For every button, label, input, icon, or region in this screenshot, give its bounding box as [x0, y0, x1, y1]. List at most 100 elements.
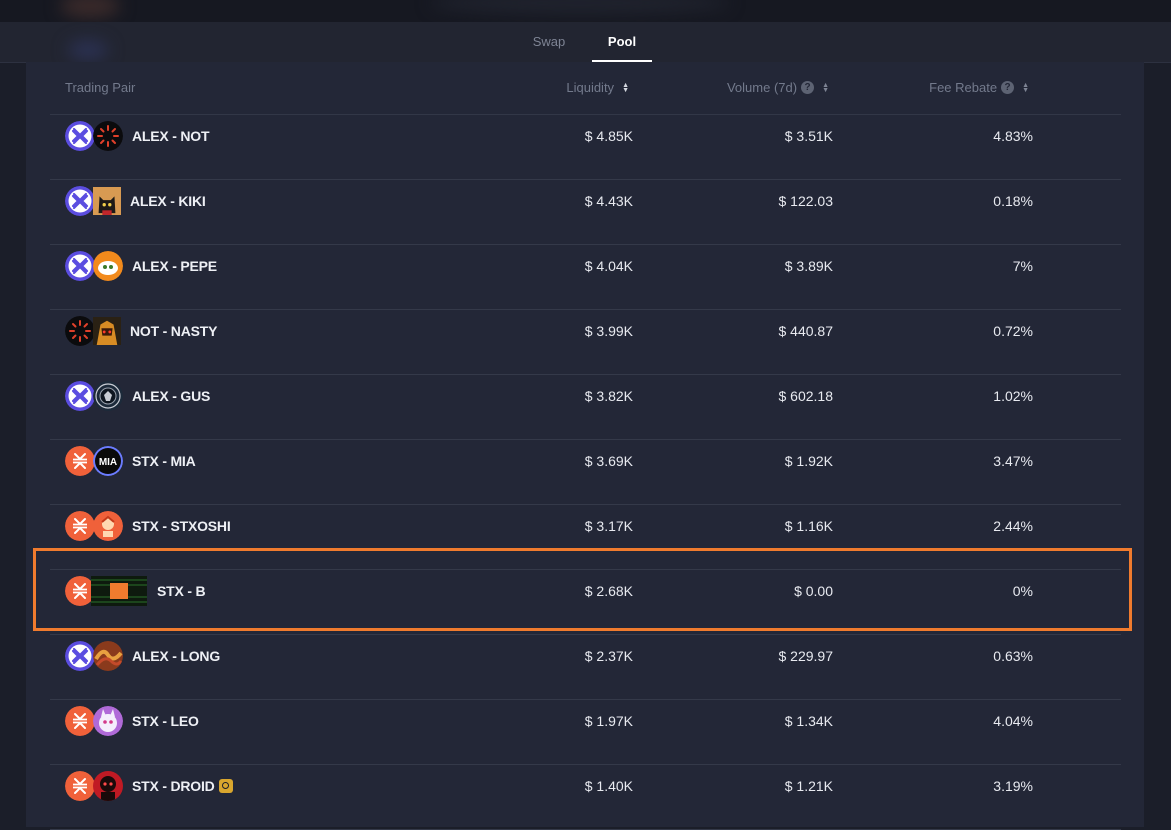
- tab-pool[interactable]: Pool: [592, 22, 652, 62]
- fee-rebate-value: 3.47%: [993, 453, 1033, 469]
- volume-value: $ 3.51K: [784, 128, 833, 144]
- stx-token-icon: [65, 446, 95, 476]
- pair-name: NOT - NASTY: [130, 323, 218, 339]
- pair-cell: ALEX - GUS: [65, 380, 210, 412]
- sort-icon[interactable]: ▲ ▼: [1022, 82, 1029, 94]
- table-row[interactable]: ALEX - PEPE $ 4.04K $ 3.89K 7%: [50, 245, 1121, 310]
- pool-rows: ALEX - NOT $ 4.85K $ 3.51K 4.83% ALEX - …: [50, 115, 1121, 830]
- stxoshi-token-icon: [93, 511, 123, 541]
- help-icon[interactable]: ?: [1001, 81, 1015, 95]
- volume-value: $ 440.87: [778, 323, 834, 339]
- alex-token-icon: [65, 251, 95, 281]
- liquidity-value: $ 3.99K: [584, 323, 633, 339]
- pair-name: ALEX - GUS: [132, 388, 211, 404]
- sort-icon[interactable]: ▲ ▼: [622, 82, 629, 94]
- pair-cell: ALEX - PEPE: [65, 250, 217, 282]
- swap-pool-tabs: Swap Pool: [0, 22, 1171, 63]
- alex-token-icon: [65, 641, 95, 671]
- fee-rebate-value: 1.02%: [993, 388, 1033, 404]
- fee-rebate-value: 0.72%: [993, 323, 1033, 339]
- highlight-box: [33, 548, 1132, 631]
- kiki-token-icon: [93, 186, 121, 216]
- pair-cell: ALEX - LONG: [65, 640, 220, 672]
- liquidity-value: $ 3.82K: [584, 388, 633, 404]
- liquidity-value: $ 4.85K: [584, 128, 633, 144]
- liquidity-value: $ 3.69K: [584, 453, 633, 469]
- droid-token-icon: [93, 771, 123, 801]
- pair-cell: STX - DROID: [65, 770, 233, 802]
- liquidity-value: $ 1.40K: [584, 778, 633, 794]
- top-bar: [0, 0, 1171, 22]
- not-token-icon: [93, 121, 123, 151]
- volume-value: $ 602.18: [778, 388, 834, 404]
- alex-token-icon: [65, 186, 95, 216]
- pair-name: STX - MIA: [132, 453, 196, 469]
- fee-rebate-value: 0.63%: [993, 648, 1033, 664]
- volume-value: $ 229.97: [778, 648, 834, 664]
- pair-cell: ALEX - KIKI: [65, 185, 206, 217]
- volume-value: $ 1.34K: [784, 713, 833, 729]
- long-token-icon: [93, 641, 123, 671]
- volume-value: $ 3.89K: [784, 258, 833, 274]
- fee-rebate-value: 3.19%: [993, 778, 1033, 794]
- pepe-token-icon: [93, 251, 123, 281]
- blurred-header-graphic: [430, 0, 730, 14]
- pair-cell: NOT - NASTY: [65, 315, 217, 347]
- table-row[interactable]: ALEX - KIKI $ 4.43K $ 122.03 0.18%: [50, 180, 1121, 245]
- tab-swap[interactable]: Swap: [520, 22, 578, 62]
- header-volume-label: Volume (7d): [726, 80, 798, 95]
- liquidity-value: $ 2.37K: [584, 648, 633, 664]
- volume-value: $ 1.92K: [784, 453, 833, 469]
- pair-name: ALEX - NOT: [132, 128, 210, 144]
- header-liquidity-label: Liquidity: [566, 80, 615, 95]
- pair-name: STX - STXOSHI: [132, 518, 231, 534]
- liquidity-value: $ 4.04K: [584, 258, 633, 274]
- pair-name: ALEX - PEPE: [132, 258, 217, 274]
- pair-name: STX - LEO: [132, 713, 199, 729]
- help-icon[interactable]: ?: [801, 81, 815, 95]
- sort-icon[interactable]: ▲ ▼: [822, 82, 829, 94]
- pair-cell: STX - LEO: [65, 705, 199, 737]
- table-row[interactable]: STX - MIA $ 3.69K $ 1.92K 3.47%: [50, 440, 1121, 505]
- gus-token-icon: [93, 381, 123, 411]
- volume-value: $ 122.03: [778, 193, 834, 209]
- table-header: Trading Pair Liquidity ▲ ▼ Volume (7d)? ▲ ▼ …: [50, 62, 1121, 115]
- leo-token-icon: [93, 706, 123, 736]
- pair-cell: ALEX - NOT: [65, 120, 210, 152]
- liquidity-value: $ 4.43K: [584, 193, 633, 209]
- header-volume[interactable]: Volume (7d)? ▲ ▼: [727, 62, 829, 114]
- stx-token-icon: [65, 706, 95, 736]
- mia-token-icon: [93, 446, 123, 476]
- nasty-token-icon: [93, 316, 121, 346]
- header-liquidity[interactable]: Liquidity ▲ ▼: [566, 62, 629, 114]
- fee-rebate-value: 0.18%: [993, 193, 1033, 209]
- table-row[interactable]: ALEX - LONG $ 2.37K $ 229.97 0.63%: [50, 635, 1121, 700]
- fee-rebate-value: 4.04%: [993, 713, 1033, 729]
- header-trading-pair: Trading Pair: [65, 62, 135, 114]
- alex-token-icon: [65, 121, 95, 151]
- header-fee-rebate-label: Fee Rebate: [929, 80, 998, 95]
- stx-token-icon: [65, 771, 95, 801]
- table-row[interactable]: STX - DROID $ 1.40K $ 1.21K 3.19%: [50, 765, 1121, 830]
- stx-token-icon: [65, 511, 95, 541]
- fee-rebate-value: 4.83%: [993, 128, 1033, 144]
- volume-value: $ 1.21K: [784, 778, 833, 794]
- table-row[interactable]: NOT - NASTY $ 3.99K $ 440.87 0.72%: [50, 310, 1121, 375]
- header-trading-pair-label: Trading Pair: [65, 80, 136, 95]
- blurred-logo: [60, 0, 120, 18]
- table-row[interactable]: ALEX - NOT $ 4.85K $ 3.51K 4.83%: [50, 115, 1121, 180]
- pair-name: ALEX - KIKI: [130, 193, 206, 209]
- not-token-icon: [65, 316, 95, 346]
- alex-token-icon: [65, 381, 95, 411]
- pair-name: ALEX - LONG: [132, 648, 221, 664]
- blurred-avatar: [68, 40, 108, 60]
- verified-badge-icon: [218, 779, 233, 793]
- pair-name: STX - DROID: [132, 778, 215, 794]
- fee-rebate-value: 7%: [1012, 258, 1033, 274]
- table-row[interactable]: ALEX - GUS $ 3.82K $ 602.18 1.02%: [50, 375, 1121, 440]
- pair-cell: STX - STXOSHI: [65, 510, 231, 542]
- table-row[interactable]: STX - LEO $ 1.97K $ 1.34K 4.04%: [50, 700, 1121, 765]
- pair-cell: STX - MIA: [65, 445, 196, 477]
- liquidity-value: $ 1.97K: [584, 713, 633, 729]
- header-fee-rebate[interactable]: Fee Rebate? ▲ ▼: [929, 62, 1029, 114]
